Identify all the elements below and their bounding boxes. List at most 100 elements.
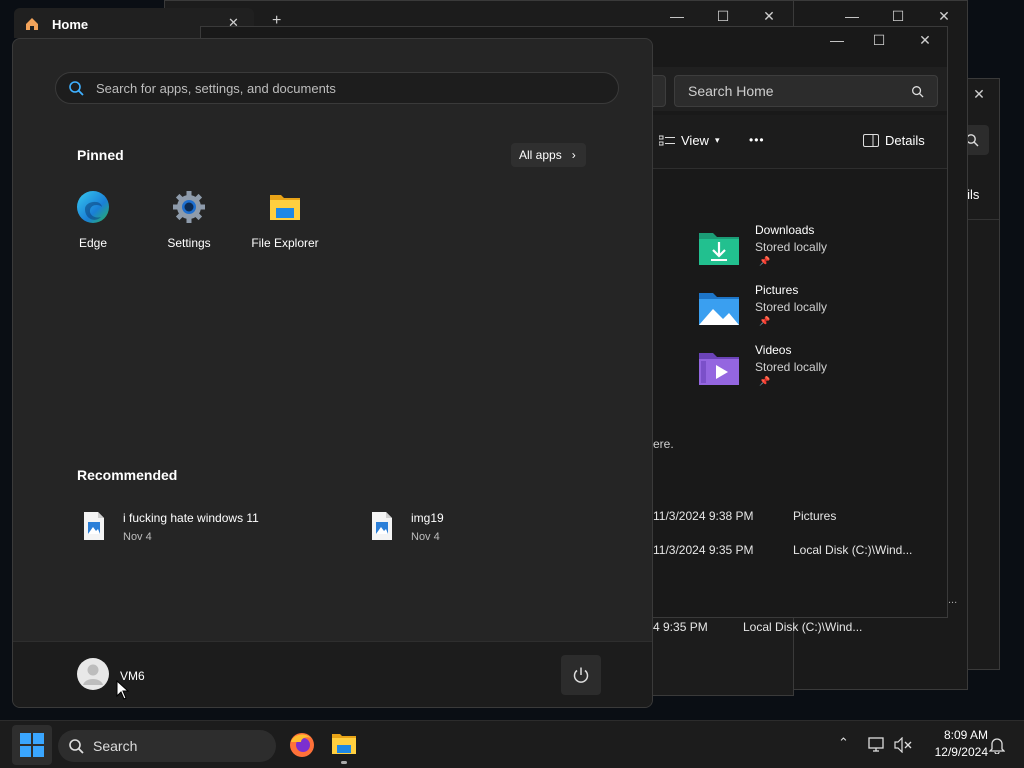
- volume-muted-icon[interactable]: [894, 737, 912, 753]
- partial-text: ere.: [653, 437, 674, 451]
- app-label: File Explorer: [251, 236, 319, 250]
- windows-logo-icon: [20, 733, 44, 757]
- app-label: Edge: [78, 236, 108, 250]
- folder-pictures[interactable]: Pictures Stored locally 📌: [697, 283, 937, 339]
- row-date: 11/3/2024 9:38 PM: [653, 509, 754, 523]
- downloads-folder-icon: [699, 233, 739, 265]
- clock[interactable]: 8:09 AM 12/9/2024: [918, 727, 988, 761]
- search-icon: [912, 86, 924, 98]
- view-icon: [659, 135, 675, 145]
- taskbar: Search ⌃ 8:09 AM 12/9/2024: [0, 720, 1024, 768]
- close-button[interactable]: ✕: [755, 5, 783, 27]
- recommended-date: Nov 4: [411, 531, 440, 543]
- start-footer: VM6: [13, 641, 652, 707]
- minimize-button[interactable]: —: [823, 29, 851, 51]
- details-pane-icon: [863, 134, 879, 147]
- running-indicator: [341, 761, 347, 764]
- network-icon[interactable]: [868, 737, 886, 753]
- truncated-text: ...: [948, 594, 958, 606]
- pinned-app-edge[interactable]: Edge: [45, 189, 141, 250]
- folder-status: Stored locally: [755, 360, 828, 374]
- gear-icon: [173, 191, 205, 223]
- pinned-app-settings[interactable]: Settings: [141, 189, 237, 250]
- chevron-down-icon: ▾: [714, 135, 720, 145]
- recommended-item[interactable]: i fucking hate windows 11 Nov 4: [83, 511, 259, 543]
- row-location: Local Disk (C:)\Wind...: [793, 543, 913, 557]
- taskbar-search[interactable]: Search: [58, 730, 276, 762]
- folder-status: Stored locally: [755, 240, 828, 254]
- taskbar-file-explorer[interactable]: [326, 727, 362, 764]
- app-label: Settings: [167, 236, 211, 250]
- pictures-folder-icon: [699, 293, 739, 325]
- maximize-button[interactable]: ☐: [884, 5, 912, 27]
- details-label: Details: [885, 133, 925, 148]
- folder-downloads[interactable]: Downloads Stored locally 📌: [697, 223, 937, 279]
- search-home-input[interactable]: Search Home: [674, 75, 938, 107]
- folder-status: Stored locally: [755, 300, 828, 314]
- all-apps-button[interactable]: All apps ›: [511, 143, 586, 167]
- pinned-title: Pinned: [77, 147, 124, 163]
- recommended-item[interactable]: img19 Nov 4: [371, 511, 444, 543]
- recommended-name: i fucking hate windows 11: [123, 511, 259, 525]
- home-icon: [26, 18, 38, 30]
- recommended-date: Nov 4: [123, 531, 152, 543]
- recommended-title: Recommended: [77, 467, 178, 483]
- tab-title: Home: [52, 17, 89, 32]
- pinned-app-file-explorer[interactable]: File Explorer: [237, 189, 333, 250]
- search-icon: [69, 81, 84, 96]
- view-label: View: [681, 133, 709, 148]
- image-file-icon: [84, 512, 104, 540]
- folder-videos[interactable]: Videos Stored locally 📌: [697, 343, 937, 399]
- folder-name: Downloads: [755, 223, 815, 237]
- power-button[interactable]: [561, 655, 601, 695]
- minimize-button[interactable]: —: [838, 5, 866, 27]
- recommended-name: img19: [411, 511, 444, 525]
- firefox-icon: [290, 733, 314, 757]
- close-button[interactable]: ✕: [965, 83, 993, 105]
- row-location: Local Disk (C:)\Wind...: [743, 620, 863, 634]
- minimize-button[interactable]: —: [663, 5, 691, 27]
- clock-time: 8:09 AM: [943, 728, 988, 742]
- pin-icon: 📌: [759, 256, 771, 266]
- table-row[interactable]: 11/3/2024 9:35 PM Local Disk (C:)\Wind..…: [653, 543, 912, 557]
- start-button[interactable]: [12, 725, 52, 765]
- row-location: Pictures: [793, 509, 837, 523]
- power-icon: [573, 667, 589, 683]
- clock-date: 12/9/2024: [934, 745, 988, 759]
- avatar: [77, 658, 109, 690]
- folder-icon: [332, 734, 356, 754]
- videos-folder-icon: [699, 353, 739, 385]
- pin-icon: 📌: [759, 316, 771, 326]
- maximize-button[interactable]: ☐: [709, 5, 737, 27]
- folder-name: Videos: [755, 343, 792, 357]
- user-account-button[interactable]: VM6: [77, 658, 145, 690]
- row-date: 11/3/2024 9:35 PM: [653, 543, 754, 557]
- show-hidden-icons-button[interactable]: ⌃: [838, 735, 849, 751]
- start-menu: Search for apps, settings, and documents…: [12, 38, 653, 708]
- table-row[interactable]: 4 9:35 PM Local Disk (C:)\Wind...: [653, 620, 862, 634]
- more-options-button[interactable]: •••: [749, 133, 765, 147]
- folder-icon: [270, 195, 300, 220]
- start-search-input[interactable]: Search for apps, settings, and documents: [55, 72, 619, 104]
- pin-icon: 📌: [759, 376, 771, 386]
- close-button[interactable]: ✕: [911, 29, 939, 51]
- close-button[interactable]: ✕: [930, 5, 958, 27]
- maximize-button[interactable]: ☐: [865, 29, 893, 51]
- all-apps-label: All apps: [519, 148, 562, 162]
- search-icon: [69, 739, 84, 754]
- start-search-placeholder: Search for apps, settings, and documents: [96, 80, 336, 96]
- image-file-icon: [372, 512, 392, 540]
- view-button[interactable]: View ▾: [659, 133, 719, 148]
- taskbar-search-label: Search: [93, 738, 138, 754]
- details-button[interactable]: Details: [863, 133, 925, 148]
- row-date: 4 9:35 PM: [653, 620, 708, 634]
- mouse-cursor: [116, 680, 130, 700]
- quick-access-list: Downloads Stored locally 📌 Pictures Stor…: [653, 223, 949, 403]
- taskbar-firefox[interactable]: [284, 727, 320, 763]
- notification-bell-icon[interactable]: [989, 736, 1005, 754]
- edge-icon: [77, 191, 109, 223]
- folder-name: Pictures: [755, 283, 799, 297]
- chevron-right-icon: ›: [571, 148, 576, 162]
- table-row[interactable]: 11/3/2024 9:38 PM Pictures: [653, 509, 836, 523]
- search-home-placeholder: Search Home: [688, 83, 774, 99]
